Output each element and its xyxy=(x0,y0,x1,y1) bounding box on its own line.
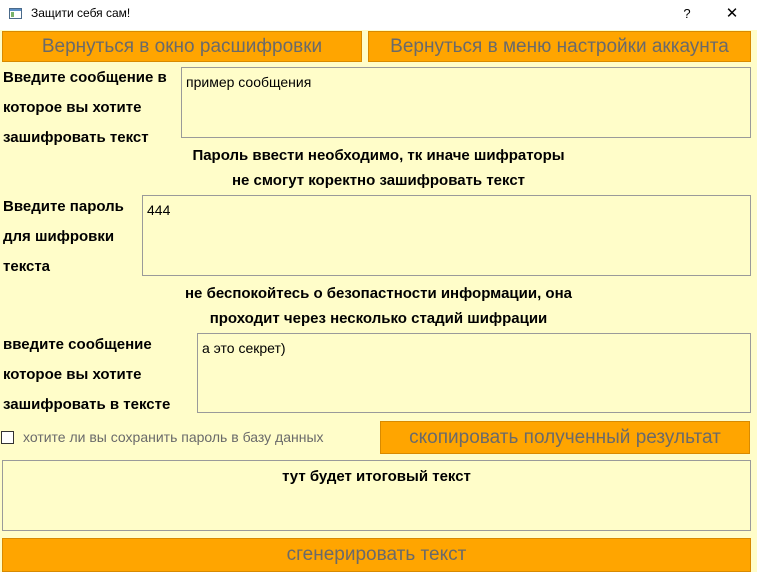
hidden-text-input[interactable]: а это секрет) xyxy=(197,333,751,413)
result-text: тут будет итоговый текст xyxy=(282,468,471,485)
password-label: Введите пароль для шифровки текста xyxy=(3,198,124,275)
security-note-line-1: не беспокойтесь о безопастности информац… xyxy=(185,285,572,302)
message-label: Введите сообщение в которое вы хотите за… xyxy=(3,69,167,146)
save-password-checkbox[interactable] xyxy=(1,431,14,444)
result-output[interactable]: тут будет итоговый текст xyxy=(2,460,751,531)
copy-result-button[interactable]: скопировать полученный результат xyxy=(380,421,750,454)
password-input[interactable]: 444 xyxy=(142,195,751,276)
message-input[interactable]: пример сообщения xyxy=(181,67,751,138)
close-icon[interactable]: ✕ xyxy=(714,3,750,25)
app-window-icon xyxy=(9,8,22,19)
security-note-line-2: проходит через несколько стадий шифрации xyxy=(209,310,548,327)
password-note: Пароль ввести необходимо, тк иначе шифра… xyxy=(0,143,757,193)
back-to-settings-button[interactable]: Вернуться в меню настройки аккаунта xyxy=(368,31,751,62)
security-note: не беспокойтесь о безопастности информац… xyxy=(0,281,757,331)
title-bar: Защити себя сам! ? ✕ xyxy=(0,0,757,30)
window-title: Защити себя сам! xyxy=(31,6,131,20)
generate-button[interactable]: сгенерировать текст xyxy=(2,538,751,572)
help-button[interactable]: ? xyxy=(672,3,702,25)
password-note-line-1: Пароль ввести необходимо, тк иначе шифра… xyxy=(192,147,565,164)
save-password-label[interactable]: хотите ли вы сохранить пароль в базу дан… xyxy=(23,429,324,445)
back-to-decrypt-button[interactable]: Вернуться в окно расшифровки xyxy=(2,31,362,62)
password-note-line-2: не смогут коректно зашифровать текст xyxy=(231,172,526,189)
hidden-text-label: введите сообщение которое вы хотите заши… xyxy=(3,336,171,413)
